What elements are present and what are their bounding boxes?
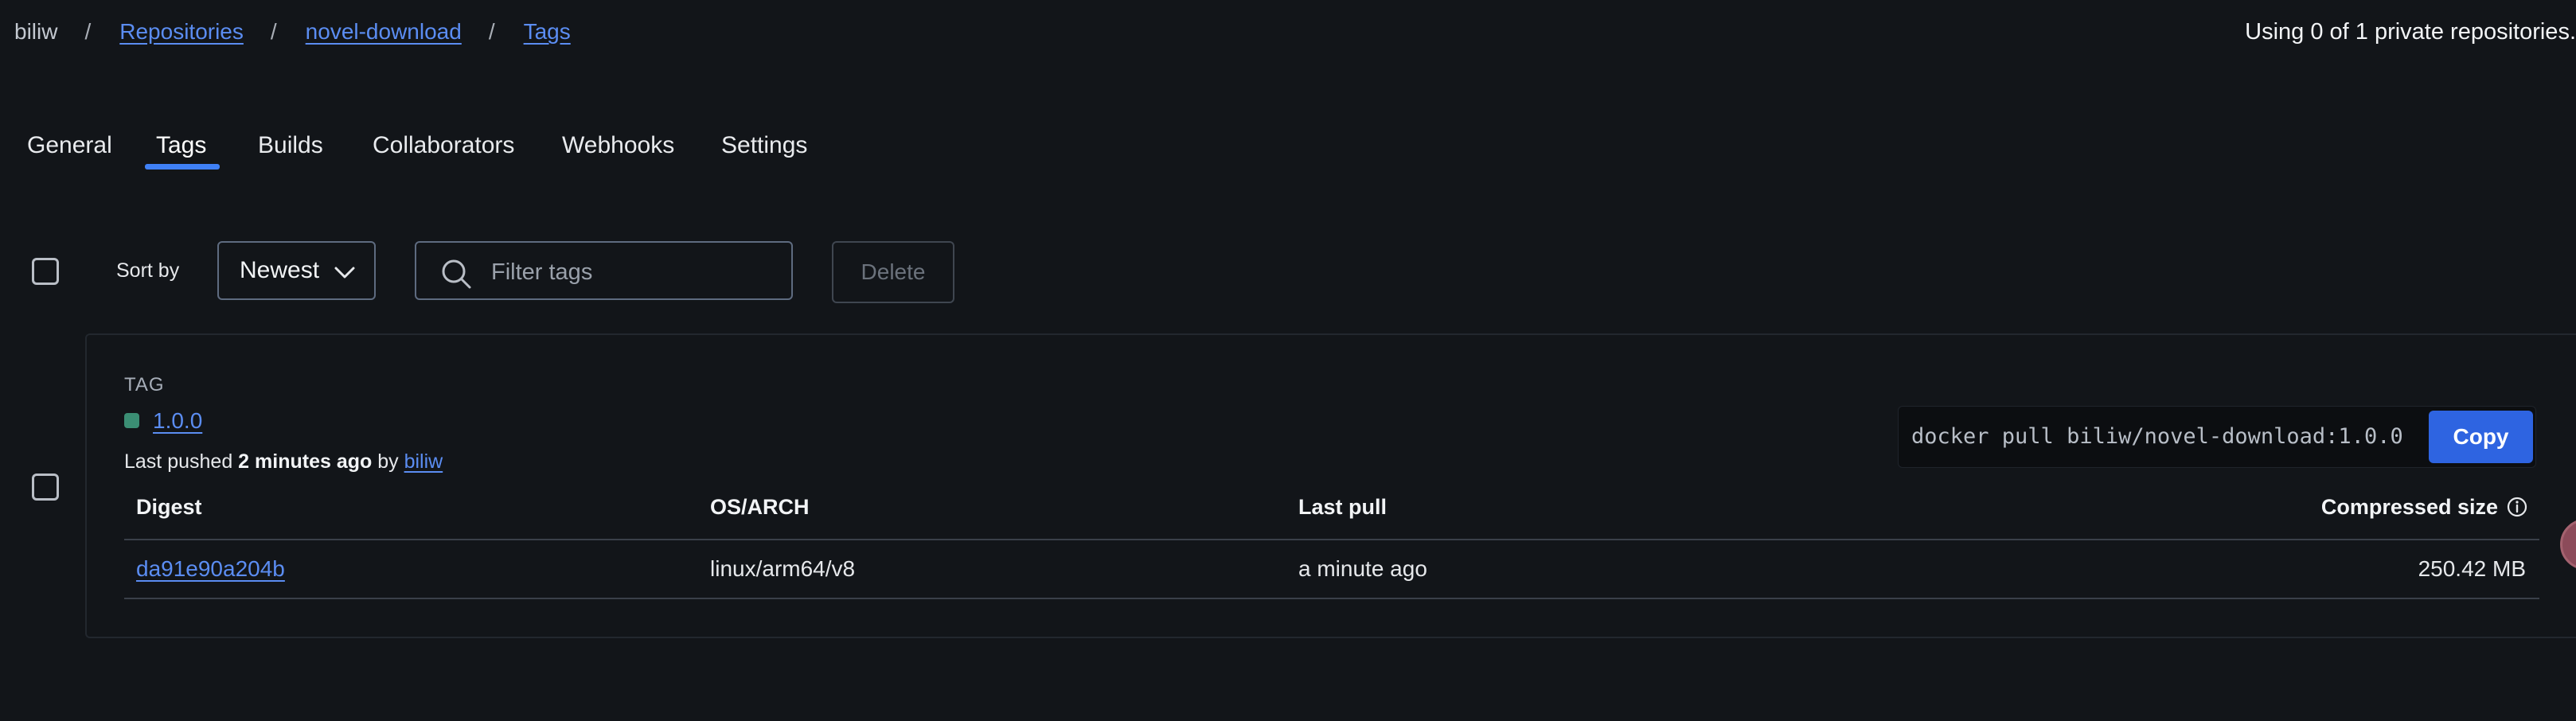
- pushed-by: by: [377, 450, 399, 473]
- pull-command: docker pull biliw/novel-download:1.0.0: [1911, 424, 2403, 449]
- tag-row-checkbox[interactable]: [32, 474, 59, 501]
- filter-tags-field[interactable]: [415, 241, 793, 300]
- tag-status-icon: [124, 413, 139, 428]
- breadcrumb-repositories-link[interactable]: Repositories: [119, 14, 244, 49]
- tab-tags[interactable]: Tags: [156, 121, 206, 170]
- digest-link[interactable]: da91e90a204b: [136, 553, 285, 585]
- column-header-compressed-size: Compressed size: [2321, 491, 2528, 523]
- repository-tags-page: biliw / Repositories / novel-download / …: [0, 0, 2576, 721]
- private-repo-usage: Using 0 of 1 private repositories.: [2245, 19, 2576, 45]
- column-header-os-arch: OS/ARCH: [710, 495, 810, 519]
- select-all-checkbox[interactable]: [32, 258, 59, 285]
- last-pull-value: a minute ago: [1298, 556, 1427, 581]
- os-arch-value: linux/arm64/v8: [710, 556, 856, 581]
- compressed-size-value: 250.42 MB: [2418, 556, 2526, 581]
- table-row-divider: [124, 598, 2539, 599]
- pushed-user-link[interactable]: biliw: [404, 450, 443, 473]
- info-icon[interactable]: [2506, 496, 2528, 518]
- active-tab-indicator: [145, 164, 220, 170]
- breadcrumb-repo-link[interactable]: novel-download: [306, 14, 462, 49]
- delete-button[interactable]: Delete: [832, 241, 954, 303]
- sort-label: Sort by: [116, 259, 180, 282]
- breadcrumb-namespace: biliw: [14, 19, 58, 44]
- breadcrumb-separator: /: [270, 19, 277, 44]
- pushed-time: 2 minutes ago: [238, 450, 373, 473]
- tag-name-link[interactable]: 1.0.0: [153, 405, 202, 437]
- breadcrumb: biliw / Repositories / novel-download / …: [14, 14, 571, 49]
- chevron-down-icon: [334, 267, 355, 279]
- compressed-size-label: Compressed size: [2320, 495, 2498, 519]
- tag-caption: TAG: [124, 374, 165, 396]
- breadcrumb-tags-link[interactable]: Tags: [524, 14, 571, 49]
- column-header-digest: Digest: [136, 495, 202, 519]
- tab-builds[interactable]: Builds: [258, 121, 323, 170]
- last-pushed-info: Last pushed 2 minutes ago by biliw: [124, 446, 443, 477]
- sort-value: Newest: [240, 257, 320, 283]
- copy-button[interactable]: Copy: [2429, 411, 2533, 463]
- tab-general[interactable]: General: [27, 121, 112, 170]
- tag-card: [85, 333, 2576, 638]
- breadcrumb-separator: /: [84, 19, 92, 44]
- pushed-prefix: Last pushed: [124, 450, 233, 473]
- search-icon: [442, 259, 471, 289]
- tab-webhooks[interactable]: Webhooks: [562, 121, 674, 170]
- table-header-divider: [124, 539, 2539, 540]
- filter-tags-input[interactable]: [490, 254, 779, 290]
- column-header-last-pull: Last pull: [1298, 495, 1388, 519]
- breadcrumb-separator: /: [488, 19, 495, 44]
- sort-select[interactable]: Newest: [217, 241, 376, 300]
- tab-collaborators[interactable]: Collaborators: [373, 121, 514, 170]
- tab-settings[interactable]: Settings: [721, 121, 807, 170]
